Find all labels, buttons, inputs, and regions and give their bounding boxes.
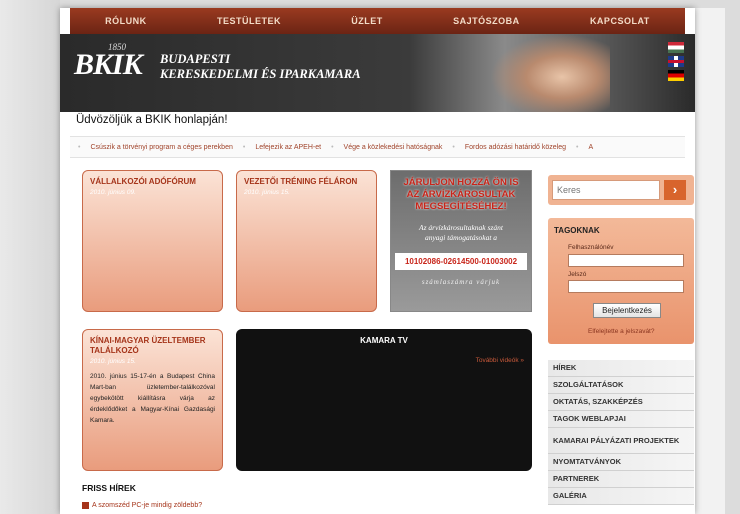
german-flag-icon[interactable] bbox=[668, 70, 684, 81]
forgot-password-link[interactable]: Elfelejtette a jelszavát? bbox=[588, 328, 654, 335]
password-label: Jelszó bbox=[568, 271, 587, 278]
left-background bbox=[0, 0, 60, 514]
bkik-logo[interactable]: 1850 BKIK bbox=[74, 42, 164, 100]
ticker-item[interactable]: Fordos adózási határidő közeleg bbox=[465, 144, 566, 151]
search-button[interactable]: › bbox=[664, 180, 686, 200]
english-flag-icon[interactable] bbox=[668, 56, 684, 67]
logo-mark: BKIK bbox=[74, 48, 143, 81]
header-banner: 1850 BKIK BUDAPESTI KERESKEDELMI ÉS IPAR… bbox=[60, 34, 695, 112]
latest-news-heading: FRISS HÍREK bbox=[82, 483, 136, 493]
ticker-item[interactable]: A bbox=[588, 144, 593, 151]
username-field[interactable] bbox=[568, 254, 684, 267]
bullet-icon bbox=[82, 502, 89, 509]
latest-news-item[interactable]: A szomszéd PC-je mindig zöldebb? bbox=[82, 502, 202, 509]
nav-testuletek[interactable]: TESTÜLETEK bbox=[217, 16, 281, 26]
ticker-separator: • bbox=[78, 143, 81, 151]
menu-item-oktatas[interactable]: OKTATÁS, SZAKKÉPZÉS bbox=[548, 394, 694, 411]
news-card-adoforum[interactable]: VÁLLALKOZÓI ADÓFÓRUM 2010. június 09. bbox=[82, 170, 223, 312]
news-ticker: • Csúszik a törvényi program a céges per… bbox=[70, 136, 685, 158]
ticker-separator: • bbox=[242, 143, 246, 151]
card-title[interactable]: VÁLLALKOZÓI ADÓFÓRUM bbox=[90, 177, 215, 187]
nav-uzlet[interactable]: ÜZLET bbox=[351, 16, 383, 26]
ad-subtext-line1: Az árvízkárosultaknak szánt bbox=[419, 223, 503, 232]
page: RÓLUNK TESTÜLETEK ÜZLET SAJTÓSZOBA KAPCS… bbox=[60, 8, 695, 514]
nav-rolunk[interactable]: RÓLUNK bbox=[105, 16, 147, 26]
search-input[interactable] bbox=[552, 180, 660, 200]
hungarian-flag-icon[interactable] bbox=[668, 42, 684, 53]
login-title: TAGOKNAK bbox=[554, 226, 600, 235]
ad-headline-line3: MEGSEGÍTÉSÉHEZ! bbox=[415, 201, 507, 212]
menu-item-tagok-weblapjai[interactable]: TAGOK WEBLAPJAI bbox=[548, 411, 694, 428]
menu-item-galeria[interactable]: GALÉRIA bbox=[548, 488, 694, 505]
ad-footer: számlaszámra várjuk bbox=[421, 278, 501, 286]
ad-headline-line1: JÁRULJON HOZZÁ ÖN IS bbox=[403, 177, 519, 188]
news-card-trening[interactable]: VEZETŐI TRÉNING FÉLÁRON 2010. június 15. bbox=[236, 170, 377, 312]
ticker-separator: • bbox=[331, 143, 334, 151]
card-body: 2010. június 15-17-én a Budapest China M… bbox=[90, 373, 215, 424]
ticker-item[interactable]: Lefejezik az APEH-et bbox=[255, 144, 321, 151]
side-menu: HÍREK SZOLGÁLTATÁSOK OKTATÁS, SZAKKÉPZÉS… bbox=[548, 360, 694, 505]
card-date: 2010. június 15. bbox=[90, 358, 136, 365]
top-navigation: RÓLUNK TESTÜLETEK ÜZLET SAJTÓSZOBA KAPCS… bbox=[70, 8, 685, 34]
search-box: › bbox=[548, 175, 694, 205]
handshake-image bbox=[490, 34, 610, 112]
ticker-separator: • bbox=[452, 143, 455, 151]
kamara-tv-panel[interactable]: KAMARA TV További videók » bbox=[236, 329, 532, 471]
card-date: 2010. június 09. bbox=[90, 189, 136, 196]
flood-relief-banner[interactable]: JÁRULJON HOZZÁ ÖN IS AZ ÁRVÍZKÁROSULTAK … bbox=[390, 170, 532, 312]
tv-title: KAMARA TV bbox=[360, 336, 408, 345]
ticker-item[interactable]: Csúszik a törvényi program a céges perek… bbox=[90, 144, 232, 151]
organization-title: BUDAPESTI KERESKEDELMI ÉS IPARKAMARA bbox=[160, 52, 361, 82]
latest-news-item-label[interactable]: A szomszéd PC-je mindig zöldebb? bbox=[92, 502, 202, 509]
ad-subtext-line2: anyagi támogatásokat a bbox=[424, 233, 498, 242]
nav-kapcsolat[interactable]: KAPCSOLAT bbox=[590, 16, 650, 26]
card-title[interactable]: KÍNAI-MAGYAR ÜZELTEMBER TALÁLKOZÓ bbox=[90, 336, 215, 356]
username-label: Felhasználónév bbox=[568, 244, 614, 251]
login-button[interactable]: Bejelentkezés bbox=[593, 303, 661, 318]
member-login-panel: TAGOKNAK Felhasználónév Jelszó Bejelentk… bbox=[548, 218, 694, 344]
ad-headline: JÁRULJON HOZZÁ ÖN IS AZ ÁRVÍZKÁROSULTAK … bbox=[391, 177, 531, 213]
organization-title-line1: BUDAPESTI bbox=[160, 52, 231, 66]
right-background bbox=[695, 8, 725, 514]
menu-item-partnerek[interactable]: PARTNEREK bbox=[548, 471, 694, 488]
menu-item-hirek[interactable]: HÍREK bbox=[548, 360, 694, 377]
news-card-kinai-magyar[interactable]: KÍNAI-MAGYAR ÜZELTEMBER TALÁLKOZÓ 2010. … bbox=[82, 329, 223, 471]
menu-item-szolgaltatasok[interactable]: SZOLGÁLTATÁSOK bbox=[548, 377, 694, 394]
ad-headline-line2: AZ ÁRVÍZKÁROSULTAK bbox=[406, 189, 516, 200]
bank-account-number: 10102086-02614500-01003002 bbox=[395, 253, 527, 270]
more-videos-link[interactable]: További videók » bbox=[476, 357, 524, 364]
organization-title-line2: KERESKEDELMI ÉS IPARKAMARA bbox=[160, 67, 361, 81]
language-switcher bbox=[668, 42, 684, 81]
welcome-heading: Üdvözöljük a BKIK honlapján! bbox=[76, 114, 228, 126]
card-date: 2010. június 15. bbox=[244, 189, 290, 196]
card-title[interactable]: VEZETŐI TRÉNING FÉLÁRON bbox=[244, 177, 369, 187]
nav-sajtoszoba[interactable]: SAJTÓSZOBA bbox=[453, 16, 520, 26]
ticker-separator: • bbox=[576, 143, 579, 151]
menu-item-palyazati-projektek[interactable]: KAMARAI PÁLYÁZATI PROJEKTEK bbox=[548, 428, 694, 454]
ad-subtext: Az árvízkárosultaknak szánt anyagi támog… bbox=[391, 223, 531, 243]
ticker-item[interactable]: Vége a közlekedési hatóságnak bbox=[344, 144, 443, 151]
menu-item-nyomtatvanyok[interactable]: NYOMTATVÁNYOK bbox=[548, 454, 694, 471]
password-field[interactable] bbox=[568, 280, 684, 293]
